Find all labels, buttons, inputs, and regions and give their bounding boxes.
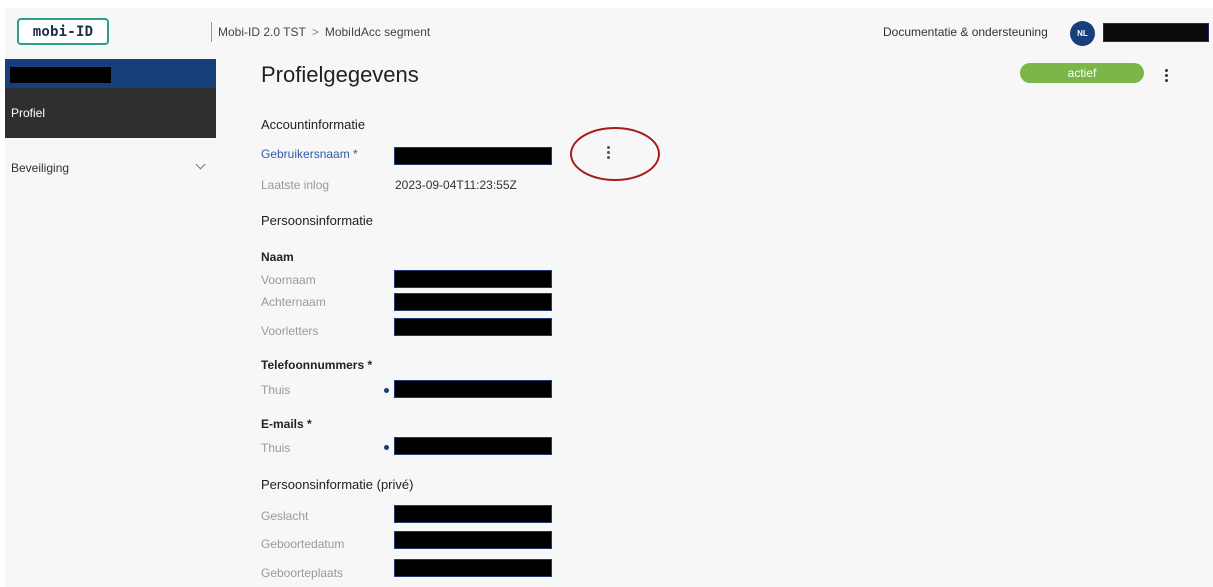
sidebar-item-profiel[interactable]: Profiel (5, 88, 216, 138)
chevron-right-icon: > (311, 25, 319, 39)
redacted-phone (394, 380, 552, 398)
redacted-last-name (394, 293, 552, 311)
phone-home-label: Thuis (261, 383, 291, 397)
birthdate-label: Geboortedatum (261, 537, 345, 551)
bullet-icon (384, 388, 389, 393)
sidebar: Profiel Beveiliging (5, 59, 216, 587)
redacted-gender (394, 505, 552, 523)
section-title-account: Accountinformatie (261, 117, 366, 132)
last-login-label: Laatste inlog (261, 178, 330, 192)
page-title: Profielgegevens (261, 62, 419, 87)
profile-panel: Profielgegevens actief Accountinformatie… (216, 59, 1213, 587)
redacted-birthplace (394, 559, 552, 577)
initials-label: Voorletters (261, 324, 319, 338)
group-title-phones: Telefoonnummers * (261, 358, 373, 372)
redacted-birthdate (394, 531, 552, 549)
language-avatar[interactable]: NL (1070, 21, 1095, 46)
first-name-label: Voornaam (261, 273, 316, 287)
username-label: Gebruikersnaam * (261, 147, 358, 161)
group-title-name: Naam (261, 250, 294, 264)
breadcrumb-item-environment[interactable]: Mobi-ID 2.0 TST (218, 25, 306, 39)
email-home-label: Thuis (261, 441, 291, 455)
redacted-username (394, 147, 552, 165)
top-header: mobi-ID Mobi-ID 2.0 TST > MobiIdAcc segm… (5, 8, 1213, 59)
group-title-emails: E-mails * (261, 417, 312, 431)
redacted-email (394, 437, 552, 455)
app-page: mobi-ID Mobi-ID 2.0 TST > MobiIdAcc segm… (5, 8, 1213, 587)
status-badge: actief (1020, 63, 1144, 83)
redacted-initials (394, 318, 552, 336)
sidebar-user-banner (5, 59, 216, 88)
documentation-link[interactable]: Documentatie & ondersteuning (883, 25, 1048, 39)
last-name-label: Achternaam (261, 295, 326, 309)
annotation-circle (570, 127, 660, 181)
section-title-person: Persoonsinformatie (261, 213, 373, 228)
redacted-user-name[interactable] (1103, 23, 1209, 42)
mobi-id-logo[interactable]: mobi-ID (17, 18, 109, 45)
redacted-account-name (10, 67, 111, 83)
more-options-icon[interactable] (1164, 69, 1168, 82)
breadcrumb-item-segment[interactable]: MobiIdAcc segment (325, 25, 430, 39)
sidebar-item-beveiliging[interactable]: Beveiliging (5, 143, 216, 193)
header-divider (211, 22, 212, 42)
gender-label: Geslacht (261, 509, 309, 523)
username-options-icon[interactable] (606, 146, 610, 159)
birthplace-label: Geboorteplaats (261, 566, 344, 580)
chevron-down-icon[interactable] (195, 159, 206, 170)
breadcrumb: Mobi-ID 2.0 TST > MobiIdAcc segment (218, 25, 430, 39)
redacted-first-name (394, 270, 552, 288)
bullet-icon (384, 445, 389, 450)
section-title-private: Persoonsinformatie (privé) (261, 477, 414, 492)
last-login-value: 2023-09-04T11:23:55Z (395, 178, 517, 192)
sidebar-item-label: Beveiliging (11, 161, 70, 175)
sidebar-item-label: Profiel (11, 106, 46, 120)
